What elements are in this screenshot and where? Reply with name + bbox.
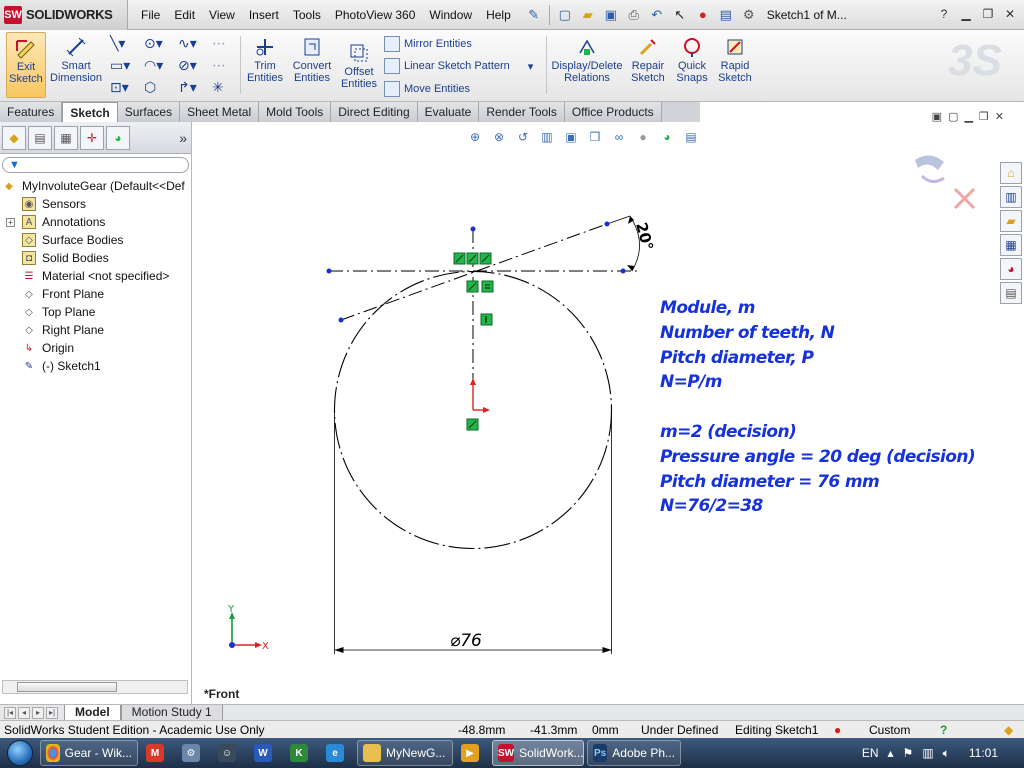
diameter-dimension-text[interactable]: ⌀76: [450, 631, 482, 651]
taskbar-media[interactable]: ▶: [456, 740, 489, 766]
confirmation-corner: [915, 155, 976, 210]
sketch-state: Under Defined: [641, 722, 719, 737]
note-line: Pitch diameter, P: [660, 347, 814, 368]
network-icon[interactable]: ▥: [922, 746, 933, 760]
note-line: Number of teeth, N: [660, 322, 835, 343]
solidworks-taskbar-icon: SW: [498, 744, 515, 762]
taskbar-item-label: MyNewG...: [386, 746, 446, 760]
taskbar-settings[interactable]: ⚙: [177, 740, 210, 766]
taskbar-item-label: Adobe Ph...: [612, 746, 675, 760]
taskbar-item-solidworks[interactable]: SW SolidWork...: [492, 740, 584, 766]
angle-arrow-top: [628, 216, 634, 224]
sketch-point[interactable]: [470, 226, 476, 232]
horizontal-relation-icon[interactable]: [481, 280, 494, 293]
taskbar-item-photoshop[interactable]: Ps Adobe Ph...: [587, 740, 681, 766]
last-tab-icon[interactable]: ▸|: [46, 706, 58, 719]
start-button[interactable]: [0, 738, 40, 768]
internet-explorer-icon: e: [326, 744, 344, 762]
taskbar-word[interactable]: W: [249, 740, 282, 766]
x-coordinate: -48.8mm: [458, 722, 506, 737]
note-line: N=P/m: [660, 372, 722, 393]
taskbar-item-folder[interactable]: MyNewG...: [357, 740, 453, 766]
taskbar-app-green[interactable]: K: [285, 740, 318, 766]
diameter-arrow-right: [602, 647, 612, 653]
help-status-icon[interactable]: ?: [940, 723, 947, 737]
sketch-point[interactable]: [620, 268, 626, 274]
taskbar-item-label: Gear - Wik...: [64, 746, 132, 760]
green-app-icon: K: [290, 744, 308, 762]
taskbar-item-chrome[interactable]: Gear - Wik...: [40, 740, 138, 766]
language-indicator[interactable]: EN: [862, 746, 879, 760]
z-coordinate: 0mm: [592, 722, 619, 737]
model-tabs-bar: |◂ ◂ ▸ ▸| Model Motion Study 1: [0, 704, 1024, 721]
coordinate-triad: Y X: [227, 604, 269, 652]
sketch-point[interactable]: [326, 268, 332, 274]
diameter-arrow-left: [334, 647, 344, 653]
action-center-icon[interactable]: ⚑: [903, 746, 914, 760]
rebuild-status-icon[interactable]: ●: [834, 723, 841, 737]
note-line: Pitch diameter = 76 mm: [660, 471, 880, 492]
system-tray: EN ▴ ⚑ ▥ 🔈︎ 11:01: [862, 738, 1018, 768]
note-line: [660, 395, 975, 420]
note-line: N=76/2=38: [660, 496, 763, 517]
gmail-icon: M: [146, 744, 164, 762]
tag-icon[interactable]: ◆: [1004, 723, 1013, 737]
angle-dimension-text[interactable]: 20°: [632, 220, 657, 252]
cancel-sketch-icon[interactable]: [953, 187, 976, 210]
tab-motion-study-1[interactable]: Motion Study 1: [120, 704, 223, 721]
settings-app-icon: ⚙: [182, 744, 200, 762]
folder-icon: [363, 744, 381, 762]
first-tab-icon[interactable]: |◂: [4, 706, 16, 719]
triad-y-label: Y: [227, 604, 235, 615]
units-selector[interactable]: Custom: [869, 723, 910, 737]
sketch-point[interactable]: [604, 221, 610, 227]
photoshop-icon: Ps: [593, 744, 608, 762]
previous-tab-icon[interactable]: ◂: [18, 706, 30, 719]
taskbar-item-label: SolidWork...: [519, 746, 584, 760]
clock[interactable]: 11:01: [969, 746, 998, 760]
chrome-icon: [46, 744, 60, 762]
windows-taskbar: Gear - Wik... M ⚙ ☺ W K e MyNewG... ▶ SW…: [0, 738, 1024, 768]
next-tab-icon[interactable]: ▸: [32, 706, 44, 719]
editing-status: Editing Sketch1: [735, 722, 819, 737]
note-line: Module, m: [660, 298, 756, 318]
sketch-point[interactable]: [338, 317, 344, 323]
note-line: m=2 (decision): [660, 421, 797, 442]
word-icon: W: [254, 744, 272, 762]
volume-icon[interactable]: 🔈︎: [943, 746, 950, 761]
view-orientation-label: *Front: [204, 687, 240, 701]
mask-app-icon: ☺: [218, 744, 236, 762]
taskbar-gmail[interactable]: M: [141, 740, 174, 766]
y-coordinate: -41.3mm: [530, 722, 578, 737]
exit-sketch-confirm-icon[interactable]: [915, 155, 944, 170]
sketch-origin-icon: [470, 378, 490, 413]
tab-model[interactable]: Model: [64, 704, 121, 721]
taskbar-ie[interactable]: e: [321, 740, 354, 766]
triad-x-label: X: [262, 641, 269, 652]
windows-start-icon: [7, 740, 33, 766]
sketch-notes[interactable]: Module, m Number of teeth, N Pitch diame…: [660, 296, 976, 519]
status-bar: SolidWorks Student Edition - Academic Us…: [0, 720, 1024, 738]
media-player-icon: ▶: [461, 744, 479, 762]
tray-chevron-icon[interactable]: ▴: [888, 746, 894, 760]
tab-navigation: |◂ ◂ ▸ ▸|: [4, 706, 58, 719]
edition-text: SolidWorks Student Edition - Academic Us…: [4, 722, 265, 737]
taskbar-app[interactable]: ☺: [213, 740, 246, 766]
angle-extension-line: [606, 215, 631, 225]
note-line: Pressure angle = 20 deg (decision): [660, 446, 976, 467]
